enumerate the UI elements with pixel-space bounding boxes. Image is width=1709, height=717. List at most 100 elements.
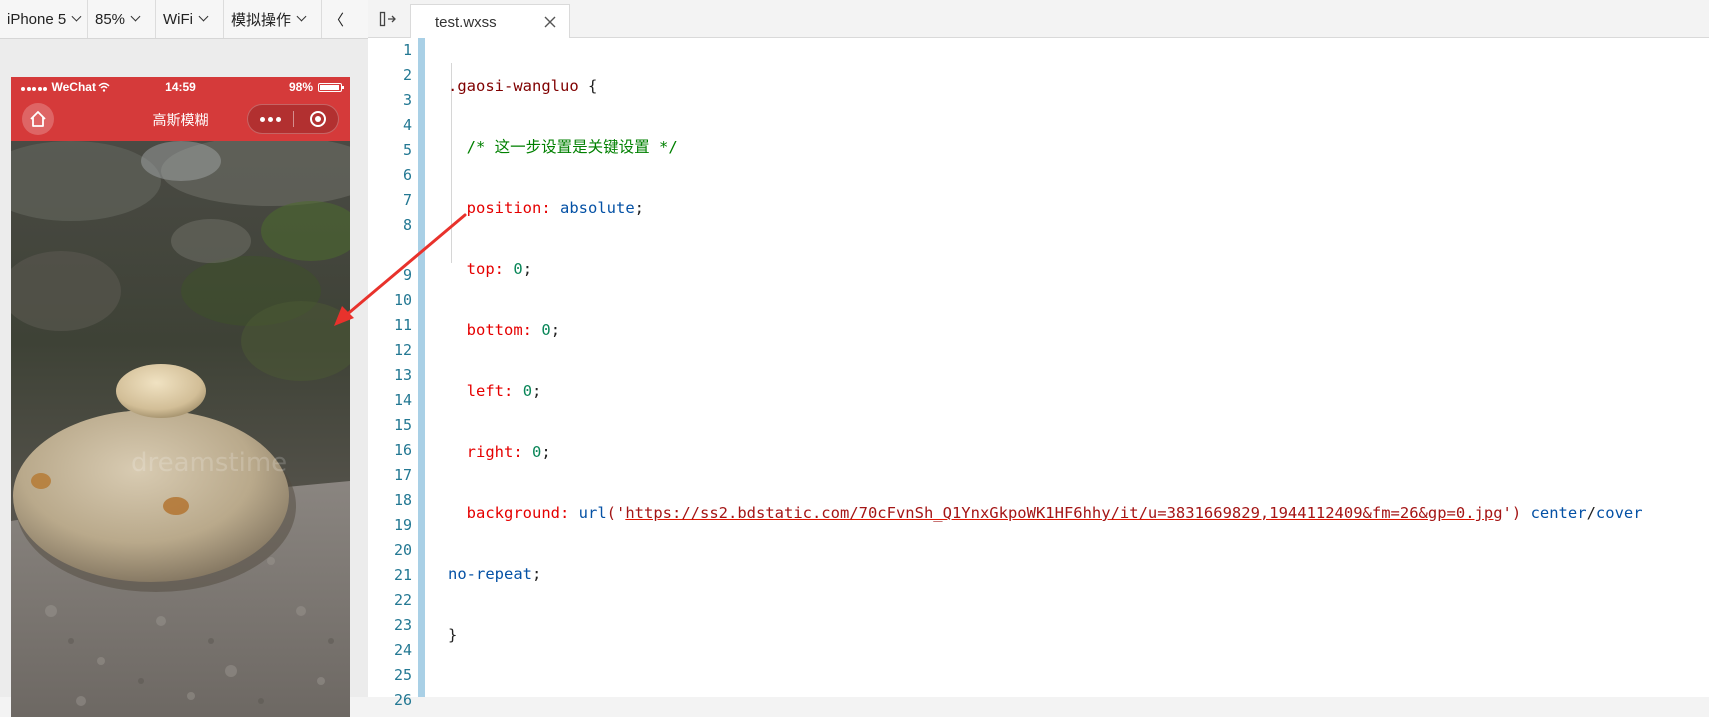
line-number: 6 xyxy=(402,166,412,184)
phone-nav-bar: 高斯模糊 xyxy=(11,97,350,141)
chevron-down-icon xyxy=(198,11,209,22)
truncated-toolbar-control[interactable]: 〈 xyxy=(322,0,368,38)
line-number: 3 xyxy=(402,91,412,109)
line-number: 23 xyxy=(393,616,412,634)
more-options-button[interactable] xyxy=(248,105,293,133)
code-line-5: bottom: 0; xyxy=(448,318,1709,343)
code-line-4: top: 0; xyxy=(448,257,1709,282)
line-number: 13 xyxy=(393,366,412,384)
watermark-text: dreamstime xyxy=(131,448,287,478)
battery-icon xyxy=(318,82,344,92)
semicolon: ; xyxy=(634,199,645,217)
operations-select[interactable]: 模拟操作 xyxy=(224,0,322,38)
line-number: 7 xyxy=(402,191,412,209)
chevron-down-icon xyxy=(130,11,141,22)
code-line-8-wrap: no-repeat; xyxy=(448,562,1709,587)
line-number: 12 xyxy=(393,341,412,359)
tab-file-name: test.wxss xyxy=(435,14,497,31)
capsule-menu xyxy=(247,104,339,134)
line-number: 26 xyxy=(393,691,412,709)
line-number: 25 xyxy=(393,666,412,684)
simulator-area: WeChat 14:59 98% 高斯模糊 dreamstime xyxy=(0,39,368,717)
line-number: 19 xyxy=(393,516,412,534)
status-battery-percent: 98% xyxy=(288,80,313,94)
code-content[interactable]: .gaosi-wangluo { /* 这一步设置是关键设置 */ positi… xyxy=(448,38,1709,684)
css-number: 0 xyxy=(532,443,542,461)
line-number: 9 xyxy=(402,266,412,284)
close-icon[interactable] xyxy=(543,15,557,29)
background-image: dreamstime xyxy=(11,141,350,717)
zoom-label: 85% xyxy=(95,10,126,28)
semicolon: ; xyxy=(550,321,561,339)
network-label: WiFi xyxy=(163,10,193,28)
zoom-select[interactable]: 85% xyxy=(88,0,156,38)
css-property: top: xyxy=(466,260,504,278)
network-select[interactable]: WiFi xyxy=(156,0,224,38)
device-select[interactable]: iPhone 5 xyxy=(0,0,88,38)
line-number: 14 xyxy=(393,391,412,409)
line-number: 17 xyxy=(393,466,412,484)
line-number: 8 xyxy=(402,216,412,234)
status-battery-group: 98% xyxy=(288,80,344,94)
code-line-6: left: 0; xyxy=(448,379,1709,404)
line-number-wrap xyxy=(368,238,418,263)
stone-photo: dreamstime xyxy=(11,141,350,717)
phone-status-bar: WeChat 14:59 98% xyxy=(11,77,350,97)
simulator-toolbar: iPhone 5 85% WiFi 模拟操作 〈 xyxy=(0,0,368,39)
css-value: cover xyxy=(1595,504,1643,522)
chevron-down-icon xyxy=(296,11,307,22)
background-url-link[interactable]: https://ss2.bdstatic.com/70cFvnSh_Q1YnxG… xyxy=(625,504,1502,522)
code-line-8: background: url('https://ss2.bdstatic.co… xyxy=(448,501,1709,526)
css-property: background: xyxy=(466,504,570,522)
semicolon: ; xyxy=(532,565,542,583)
url-open: (' xyxy=(606,504,626,522)
phone-screen: WeChat 14:59 98% 高斯模糊 dreamstime xyxy=(11,77,350,717)
css-value: center xyxy=(1530,504,1587,522)
open-brace: { xyxy=(578,77,598,95)
line-number: 1 xyxy=(402,41,412,59)
code-line-9: } xyxy=(448,623,1709,648)
line-number: 15 xyxy=(393,416,412,434)
css-property: left: xyxy=(466,382,514,400)
operations-label: 模拟操作 xyxy=(231,11,292,29)
css-function: url xyxy=(578,504,607,522)
url-close: ') xyxy=(1502,504,1522,522)
css-value: absolute xyxy=(560,199,635,217)
chevron-down-icon xyxy=(71,11,82,22)
tab-test-wxss[interactable]: test.wxss xyxy=(410,4,570,39)
css-selector: .gaosi-wangluo xyxy=(448,77,579,95)
truncated-toolbar-label: 〈 xyxy=(329,11,345,29)
code-line-7: right: 0; xyxy=(448,440,1709,465)
close-miniprogram-button[interactable] xyxy=(310,111,326,127)
editor-tab-bar: test.wxss xyxy=(368,0,1709,39)
line-number: 10 xyxy=(393,291,412,309)
semicolon: ; xyxy=(532,382,542,400)
line-number: 22 xyxy=(393,591,412,609)
capsule-divider xyxy=(293,111,294,127)
line-number: 21 xyxy=(393,566,412,584)
device-label: iPhone 5 xyxy=(7,10,67,28)
gutter-change-bar xyxy=(418,38,425,697)
line-number: 16 xyxy=(393,441,412,459)
line-number-gutter: 1 2 3 4 5 6 7 8 9 10 11 12 13 14 15 16 17 18 19 20 21 22 23 24 2… xyxy=(368,38,418,709)
line-number: 18 xyxy=(393,491,412,509)
css-number: 0 xyxy=(522,382,533,400)
line-number: 11 xyxy=(393,316,412,334)
css-property: position: xyxy=(466,199,551,217)
line-number: 2 xyxy=(402,66,412,84)
line-number: 4 xyxy=(402,116,412,134)
code-comment: /* 这一步设置是关键设置 */ xyxy=(466,138,678,156)
line-number: 5 xyxy=(402,141,412,159)
semicolon: ; xyxy=(522,260,533,278)
code-editor[interactable]: 1 2 3 4 5 6 7 8 9 10 11 12 13 14 15 16 17 18 19 20 21 22 23 24 2… xyxy=(368,38,1709,709)
toggle-sidebar-icon[interactable] xyxy=(378,9,398,29)
line-number: 24 xyxy=(393,641,412,659)
code-line-3: position: absolute; xyxy=(448,196,1709,221)
css-property: bottom: xyxy=(466,321,532,339)
code-line-2: /* 这一步设置是关键设置 */ xyxy=(448,135,1709,160)
semicolon: ; xyxy=(541,443,551,461)
css-number: 0 xyxy=(541,321,551,339)
close-brace: } xyxy=(448,626,458,644)
css-number: 0 xyxy=(513,260,523,278)
css-property: right: xyxy=(466,443,523,461)
